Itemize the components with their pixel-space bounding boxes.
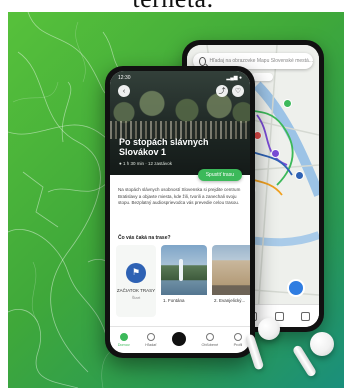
nav-item-search[interactable]: Hľadať — [145, 333, 157, 347]
nav-item-home[interactable]: Domov — [118, 333, 130, 347]
detail-phone: 12:30 ▂▄▆ ● ‹ ⤴ ♡ Po stopách slávnych Sl… — [105, 66, 255, 358]
nav-profile-icon[interactable] — [301, 311, 311, 321]
search-icon — [146, 333, 155, 341]
stop-caption: 2. Evanjelický... — [214, 298, 246, 303]
start-card-label: ZAČIATOK TRASY — [116, 287, 156, 293]
map-search-placeholder: Hľadaj na obrazovke Mapu Slovenské mestá… — [209, 58, 313, 64]
tour-description: Na stopách slávnych osobností Slovenska … — [118, 187, 241, 205]
nav-label: Domov — [117, 343, 130, 347]
stop-card[interactable]: 1. Fontána — [161, 245, 207, 317]
heart-icon[interactable]: ♡ — [232, 85, 244, 97]
tour-meta: ● 1 h 30 min · 12 zastávok — [119, 161, 172, 166]
earbud-right — [291, 326, 342, 382]
bottom-nav: Domov Hľadať Obľúbené Profil — [110, 326, 250, 353]
section-title: Čo vás čaká na trase? — [118, 235, 171, 241]
map-pin[interactable] — [283, 99, 292, 108]
map-pin[interactable] — [271, 149, 280, 158]
earbud-left — [244, 318, 288, 378]
nav-label: Hľadať — [145, 343, 157, 347]
walk-icon: ⚑ — [126, 262, 146, 283]
nav-item-favorites[interactable]: Obľúbené — [201, 333, 219, 347]
back-arrow-icon[interactable]: ‹ — [118, 85, 130, 97]
nav-label: Profil — [233, 343, 243, 347]
tour-title: Po stopách slávnych Slovákov 1 — [119, 137, 209, 157]
locate-me-button[interactable] — [287, 279, 305, 297]
start-tour-button[interactable]: Spustiť trasu — [197, 169, 242, 181]
map-pin[interactable] — [295, 171, 304, 180]
stop-image — [212, 245, 250, 295]
status-bar: 12:30 ▂▄▆ ● — [118, 74, 242, 82]
stop-image — [161, 245, 207, 295]
start-card[interactable]: ⚑ ZAČIATOK TRASY Štart — [116, 245, 156, 317]
search-icon — [199, 56, 206, 66]
profile-icon — [233, 333, 242, 341]
start-card-sub: Štart — [131, 294, 141, 300]
stop-caption: 1. Fontána — [163, 298, 185, 303]
nav-item-scan[interactable] — [172, 332, 187, 348]
scan-icon — [172, 332, 187, 346]
status-icons: ▂▄▆ ● — [226, 75, 242, 81]
hero-image: 12:30 ▂▄▆ ● ‹ ⤴ ♡ Po stopách slávnych Sl… — [110, 71, 250, 175]
nav-item-profile[interactable]: Profil — [233, 333, 243, 347]
home-icon — [119, 333, 128, 341]
detail-screen: 12:30 ▂▄▆ ● ‹ ⤴ ♡ Po stopách slávnych Sl… — [110, 71, 250, 353]
stop-card[interactable]: 2. Evanjelický... — [212, 245, 250, 317]
stops-carousel[interactable]: ⚑ ZAČIATOK TRASY Štart 1. Fontána 2. Eva… — [116, 245, 250, 317]
nav-label: Obľúbené — [201, 343, 219, 347]
share-icon[interactable]: ⤴ — [216, 85, 228, 97]
heart-icon — [205, 333, 214, 341]
status-time: 12:30 — [118, 75, 131, 81]
